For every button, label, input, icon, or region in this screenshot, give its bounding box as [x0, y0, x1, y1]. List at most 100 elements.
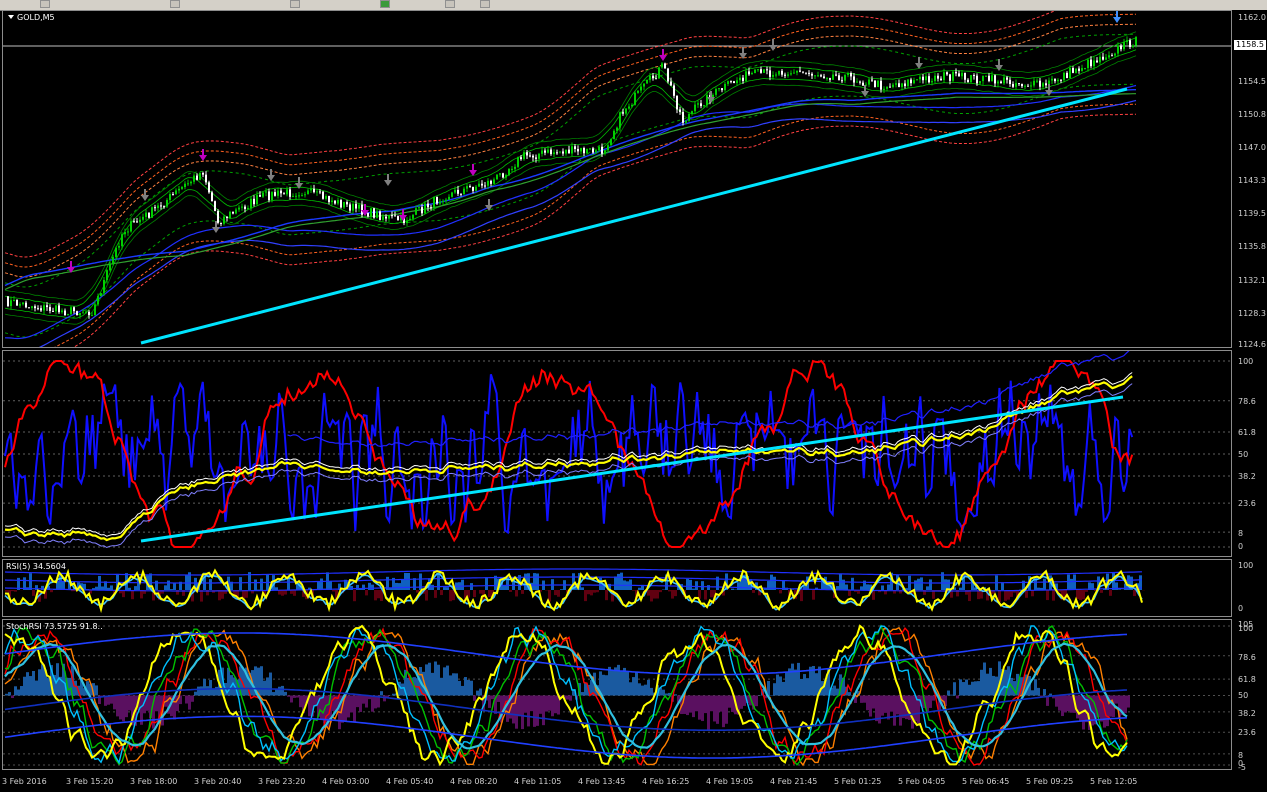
rsi-histogram-bar — [356, 584, 359, 590]
candle-body — [1045, 83, 1047, 86]
rsi-histogram-bar — [650, 590, 653, 602]
stochrsi-histogram-bar — [728, 695, 731, 708]
stochrsi-histogram-bar — [35, 680, 38, 696]
time-tick: 5 Feb 12:05 — [1090, 777, 1138, 786]
candle-body — [439, 201, 441, 204]
stochrsi-histogram-bar — [929, 695, 932, 708]
candle-body — [418, 207, 420, 209]
stochrsi-histogram-bar — [125, 695, 128, 718]
stochrsi-histogram-bar — [782, 681, 785, 696]
stochrsi-histogram-bar — [650, 687, 653, 696]
candle-body — [943, 72, 945, 81]
stochrsi-histogram-bar — [953, 682, 956, 696]
rsi-histogram-bar — [365, 590, 368, 596]
rsi-pane[interactable] — [2, 559, 1232, 617]
candle-body — [856, 81, 858, 83]
rsi-histogram-bar — [443, 587, 446, 590]
rsi-histogram-bar — [1085, 590, 1088, 592]
candle-body — [817, 75, 819, 77]
candle-body — [283, 193, 285, 195]
candle-body — [475, 186, 477, 191]
candle-body — [466, 186, 468, 189]
time-axis[interactable] — [0, 770, 1267, 792]
candle-body — [673, 85, 675, 96]
candle-body — [898, 83, 900, 88]
stochrsi-histogram-bar — [479, 688, 482, 696]
toolbar-button[interactable] — [380, 0, 390, 8]
dropdown-triangle-icon[interactable] — [8, 15, 14, 19]
time-tick: 4 Feb 19:05 — [706, 777, 754, 786]
stochrsi-histogram-bar — [638, 683, 641, 696]
candle-body — [10, 300, 12, 307]
candle-body — [214, 201, 216, 212]
stochrsi-histogram-bar — [725, 695, 728, 724]
candle-body — [142, 216, 144, 220]
candle-body — [244, 206, 246, 209]
trendline — [140, 87, 1128, 345]
rsi-histogram-bar — [134, 586, 137, 590]
candle-body — [478, 183, 480, 187]
candle-body — [604, 150, 606, 154]
candle-body — [871, 79, 873, 81]
price-tick: 1162.0 — [1238, 13, 1266, 22]
rsi-histogram-bar — [959, 587, 962, 590]
stochrsi-histogram-bar — [17, 689, 20, 696]
stochrsi-histogram-bar — [779, 676, 782, 696]
moving-average — [4, 93, 1136, 291]
trendline — [140, 395, 1124, 543]
toolbar-button[interactable] — [480, 0, 490, 8]
candle-body — [613, 130, 615, 140]
symbol-label[interactable]: GOLD,M5 — [8, 14, 55, 22]
candle-body — [508, 168, 510, 176]
price-chart-pane[interactable] — [2, 10, 1232, 348]
stochrsi-histogram-bar — [296, 695, 299, 698]
candle-body — [781, 70, 783, 75]
candle-body — [373, 208, 375, 218]
stochrsi-histogram-bar — [530, 695, 533, 712]
rsi-histogram-bar — [968, 590, 971, 602]
stochrsi-histogram-bar — [986, 673, 989, 696]
stochrsi-histogram-bar — [284, 691, 287, 696]
candle-body — [331, 200, 333, 203]
candle-body — [112, 256, 114, 264]
price-tick: 1147.0 — [1238, 143, 1266, 152]
candle-body — [310, 188, 312, 191]
oscillator-pane[interactable] — [2, 350, 1232, 557]
candle-body — [481, 183, 483, 186]
toolbar-button[interactable] — [445, 0, 455, 8]
stochrsi-histogram-bar — [200, 686, 203, 696]
candle-body — [631, 104, 633, 107]
stochrsi-histogram-bar — [584, 682, 587, 696]
stochrsi-pane[interactable] — [2, 619, 1232, 770]
candle-body — [1093, 60, 1095, 67]
candle-body — [13, 299, 15, 301]
stochrsi-histogram-bar — [464, 677, 467, 696]
stochrsi-histogram-bar — [641, 685, 644, 696]
candle-body — [355, 203, 357, 209]
candle-body — [1129, 40, 1131, 47]
toolbar-button[interactable] — [290, 0, 300, 8]
stochrsi-histogram-bar — [293, 695, 296, 698]
candle-body — [820, 75, 822, 77]
candle-body — [433, 196, 435, 208]
price-chart-canvas — [3, 11, 1231, 347]
stochrsi-histogram-bar — [710, 695, 713, 712]
candle-body — [130, 221, 132, 232]
rsi-histogram-bar — [293, 590, 296, 596]
stochrsi-histogram-bar — [320, 695, 323, 720]
candle-body — [691, 111, 693, 114]
toolbar-button[interactable] — [170, 0, 180, 8]
stochrsi-histogram-bar — [971, 681, 974, 696]
stochrsi-histogram-bar — [497, 695, 500, 702]
toolbar-button[interactable] — [40, 0, 50, 8]
stochrsi-histogram-bar — [605, 675, 608, 696]
candle-body — [910, 79, 912, 84]
rsi-histogram-bar — [200, 590, 203, 602]
candle-body — [325, 195, 327, 199]
candle-body — [235, 209, 237, 214]
candle-body — [541, 150, 543, 154]
rsi-histogram-bar — [536, 573, 539, 590]
candle-body — [955, 71, 957, 74]
stochrsi-histogram-bar — [356, 695, 359, 708]
stochrsi-histogram-bar — [719, 695, 722, 712]
